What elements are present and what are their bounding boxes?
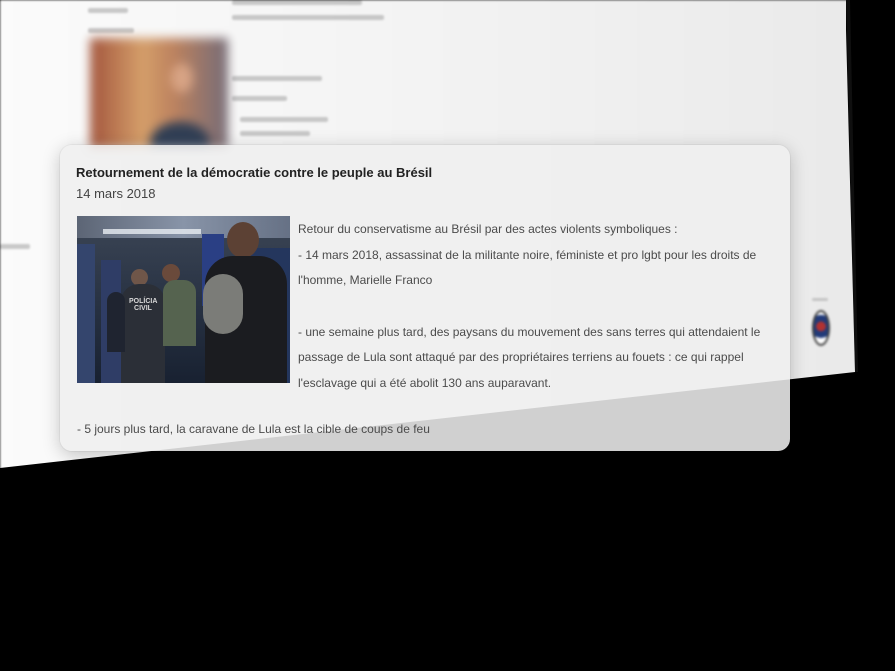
article-photo: POLÍCIA CIVIL bbox=[77, 216, 290, 383]
background-photo bbox=[90, 38, 228, 148]
background-text-line bbox=[812, 298, 828, 301]
background-text-line bbox=[232, 0, 362, 5]
body-item: - une semaine plus tard, des paysans du … bbox=[298, 324, 761, 390]
background-text-line bbox=[240, 117, 328, 122]
background-text-line bbox=[88, 8, 128, 13]
photo-person-body bbox=[107, 292, 125, 352]
body-item: - 14 mars 2018, assassinat de la militan… bbox=[298, 247, 757, 288]
photo-bus-seat bbox=[77, 244, 95, 383]
background-avatar-badge bbox=[812, 310, 830, 346]
background-text-line bbox=[0, 244, 30, 249]
background-text-line bbox=[240, 131, 310, 136]
background-text-line bbox=[232, 96, 287, 101]
article-title: Retournement de la démocratie contre le … bbox=[76, 165, 433, 180]
background-text-line bbox=[232, 76, 322, 81]
article-body: Retour du conservatisme au Brésil par de… bbox=[298, 217, 776, 397]
photo-person-shirt bbox=[203, 274, 243, 334]
photo-person-body bbox=[163, 280, 196, 346]
body-item-footer: - 5 jours plus tard, la caravane de Lula… bbox=[77, 422, 430, 436]
background-text-line bbox=[88, 28, 134, 33]
display-stage: Retournement de la démocratie contre le … bbox=[0, 0, 895, 671]
photo-ceiling-light bbox=[103, 229, 201, 234]
photo-person-head bbox=[227, 222, 259, 258]
background-text-line bbox=[232, 15, 384, 20]
article-card[interactable]: Retournement de la démocratie contre le … bbox=[60, 145, 790, 451]
body-intro: Retour du conservatisme au Brésil par de… bbox=[298, 222, 678, 236]
article-date: 14 mars 2018 bbox=[76, 186, 156, 201]
photo-police-label: POLÍCIA CIVIL bbox=[129, 298, 158, 312]
